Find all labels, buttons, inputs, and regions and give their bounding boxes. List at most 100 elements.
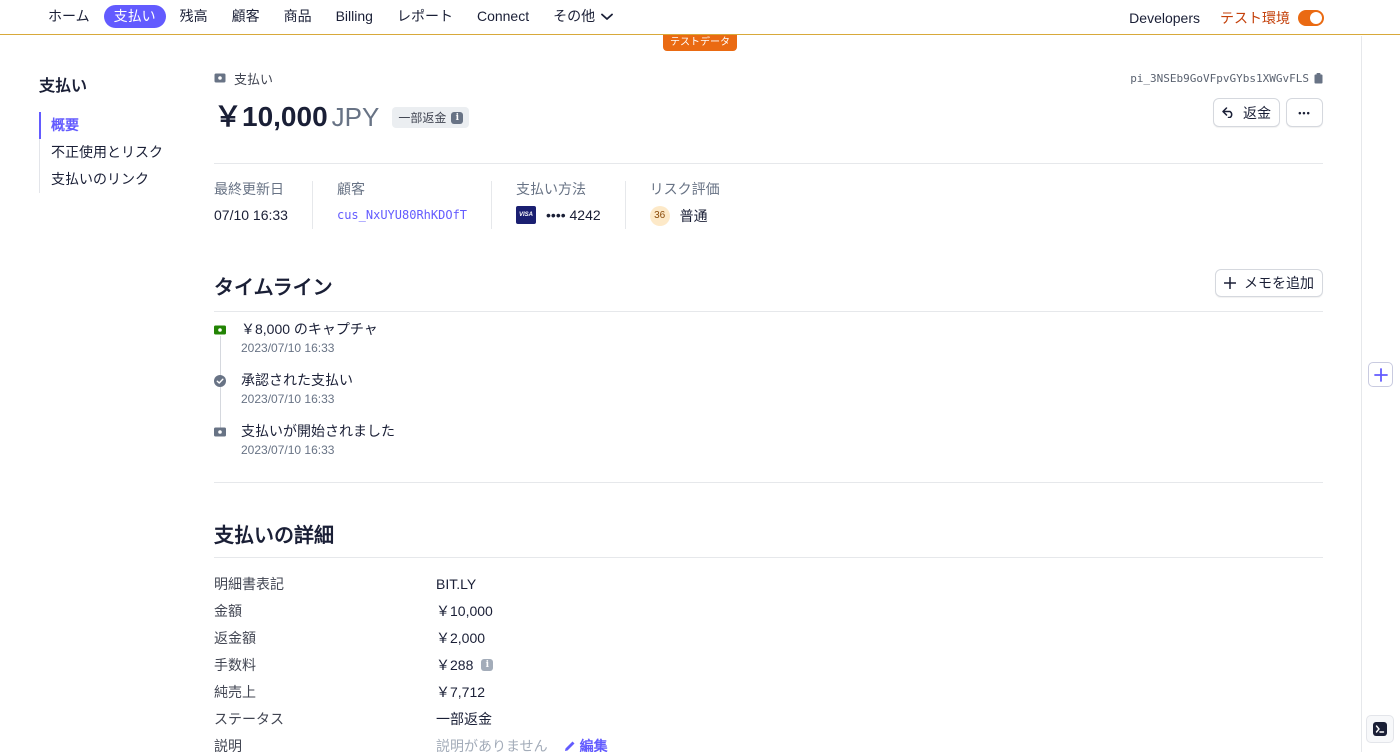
test-mode-toggle[interactable]: テスト環境 (1220, 8, 1324, 28)
timeline-header: タイムライン メモを追加 (214, 269, 1323, 311)
detail-row-statement-descriptor: 明細書表記 BIT.LY (214, 570, 1323, 597)
detail-value: ￥7,712 (436, 683, 486, 700)
details-title: 支払いの詳細 (214, 525, 334, 547)
nav-item-more[interactable]: その他 (543, 5, 623, 28)
detail-label: 手数料 (214, 656, 256, 673)
customer-label: 顧客 (336, 181, 365, 197)
risk-label: リスク評価 (649, 181, 720, 197)
nav-item-connect[interactable]: Connect (467, 5, 539, 28)
copy-icon[interactable] (1314, 73, 1323, 84)
sidebar: 支払い 概要 不正使用とリスク 支払いのリンク (39, 72, 163, 193)
test-env-label: テスト環境 (1220, 10, 1290, 26)
summary-customer: 顧客 cus_NxUYU80RhKDOfT (311, 181, 491, 229)
nav-item-balances[interactable]: 残高 (170, 5, 218, 28)
detail-value: ￥288 (436, 656, 474, 673)
payment-method-label: 支払い方法 (516, 181, 587, 197)
detail-value: BIT.LY (436, 575, 477, 592)
risk-value[interactable]: 普通 (680, 207, 708, 225)
amount-row: ￥10,000 JPY 一部返金 i (214, 95, 1323, 132)
nav-item-reports[interactable]: レポート (387, 5, 463, 28)
toggle-switch[interactable] (1298, 10, 1324, 26)
detail-label: ステータス (214, 710, 284, 727)
detail-label: 金額 (214, 602, 242, 619)
summary-payment-method: 支払い方法 VISA •••• 4242 (491, 181, 625, 229)
add-panel-button[interactable] (1368, 362, 1393, 387)
card-last4: •••• 4242 (546, 207, 601, 223)
summary-last-updated: 最終更新日 07/10 16:33 (214, 181, 312, 229)
capture-icon (214, 324, 226, 336)
payment-currency: JPY (331, 102, 380, 132)
nav-right: Developers テスト環境 (1129, 8, 1324, 28)
details-divider (214, 557, 1323, 558)
detail-value: 説明がありません (436, 737, 548, 752)
timeline-event: 支払いが開始されました 2023/07/10 16:33 (214, 422, 1323, 473)
sidebar-item-payment-links[interactable]: 支払いのリンク (40, 166, 163, 193)
status-badge: 一部返金 i (392, 107, 470, 128)
sidebar-title: 支払い (39, 78, 88, 95)
pencil-icon (564, 741, 575, 751)
timeline-event-date: 2023/07/10 16:33 (241, 341, 335, 355)
timeline-title: タイムライン (214, 277, 333, 299)
timeline-event-title: 支払いが開始されました (241, 423, 395, 439)
nav-item-customers[interactable]: 顧客 (222, 5, 270, 28)
more-actions-button[interactable]: ••• (1286, 98, 1323, 127)
main-nav: ホーム 支払い 残高 顧客 商品 Billing レポート Connect その… (38, 5, 627, 28)
plus-icon (1373, 367, 1388, 382)
payment-summary: 最終更新日 07/10 16:33 顧客 cus_NxUYU80RhKDOfT … (214, 181, 1323, 229)
payment-icon (214, 426, 226, 438)
sidebar-list: 概要 不正使用とリスク 支払いのリンク (39, 112, 163, 193)
payment-id[interactable]: pi_3NSEb9GoVFpvGYbs1XWGvFLS (1130, 72, 1323, 85)
terminal-icon (1373, 722, 1387, 736)
nav-item-home[interactable]: ホーム (38, 5, 100, 28)
detail-row-net: 純売上 ￥7,712 (214, 678, 1323, 705)
nav-item-products[interactable]: 商品 (274, 5, 322, 28)
test-data-badge: テストデータ (663, 35, 737, 51)
timeline-event: 承認された支払い 2023/07/10 16:33 (214, 371, 1323, 422)
detail-label: 説明 (214, 737, 242, 752)
detail-row-description: 説明 説明がありません 編集 (214, 732, 1323, 752)
payment-amount: ￥10,000 (214, 101, 328, 132)
timeline-event-title: ￥8,000 のキャプチャ (241, 321, 378, 337)
edit-label: 編集 (579, 737, 608, 752)
last-updated-value: 07/10 16:33 (214, 207, 288, 223)
developers-link[interactable]: Developers (1129, 10, 1200, 26)
timeline-event-date: 2023/07/10 16:33 (241, 392, 335, 406)
detail-label: 返金額 (214, 629, 256, 646)
header-actions: 返金 ••• (1213, 98, 1323, 127)
last-updated-label: 最終更新日 (214, 181, 284, 197)
add-memo-label: メモを追加 (1244, 275, 1314, 291)
payment-details: 明細書表記 BIT.LY 金額 ￥10,000 返金額 ￥2,000 手数料 ￥… (214, 570, 1323, 752)
more-dots-icon: ••• (1298, 107, 1311, 118)
header-divider (214, 163, 1323, 164)
timeline-list: ￥8,000 のキャプチャ 2023/07/10 16:33 承認された支払い … (214, 320, 1323, 473)
shell-button[interactable] (1366, 715, 1394, 743)
top-navigation: ホーム 支払い 残高 顧客 商品 Billing レポート Connect その… (0, 0, 1400, 35)
timeline-divider (214, 311, 1323, 312)
undo-arrow-icon (1222, 107, 1233, 118)
chevron-down-icon (601, 13, 614, 20)
nav-item-payments[interactable]: 支払い (103, 5, 166, 28)
breadcrumb-label[interactable]: 支払い (234, 69, 273, 88)
detail-row-fee: 手数料 ￥288 i (214, 651, 1323, 678)
nav-more-label: その他 (553, 8, 596, 24)
refund-button-label: 返金 (1243, 104, 1271, 121)
detail-value: ￥10,000 (436, 602, 493, 619)
right-gutter-divider (1361, 36, 1362, 752)
sidebar-item-overview[interactable]: 概要 (39, 112, 163, 139)
detail-row-status: ステータス 一部返金 (214, 705, 1323, 732)
edit-description-button[interactable]: 編集 (564, 736, 608, 752)
add-memo-button[interactable]: メモを追加 (1215, 269, 1323, 297)
customer-link[interactable]: cus_NxUYU80RhKDOfT (337, 206, 467, 224)
detail-label: 純売上 (214, 683, 256, 700)
info-icon[interactable]: i (481, 658, 494, 671)
nav-item-billing[interactable]: Billing (326, 5, 383, 28)
info-icon[interactable]: i (451, 111, 464, 124)
refund-button[interactable]: 返金 (1213, 98, 1280, 127)
visa-card-icon: VISA (516, 206, 537, 224)
detail-value: ￥2,000 (436, 629, 486, 646)
risk-score-badge: 36 (649, 206, 670, 226)
payment-id-text: pi_3NSEb9GoVFpvGYbs1XWGvFLS (1130, 72, 1309, 85)
timeline-event: ￥8,000 のキャプチャ 2023/07/10 16:33 (214, 320, 1323, 371)
detail-value-wrap: ￥288 i (436, 655, 494, 675)
sidebar-item-fraud-risk[interactable]: 不正使用とリスク (40, 139, 163, 166)
